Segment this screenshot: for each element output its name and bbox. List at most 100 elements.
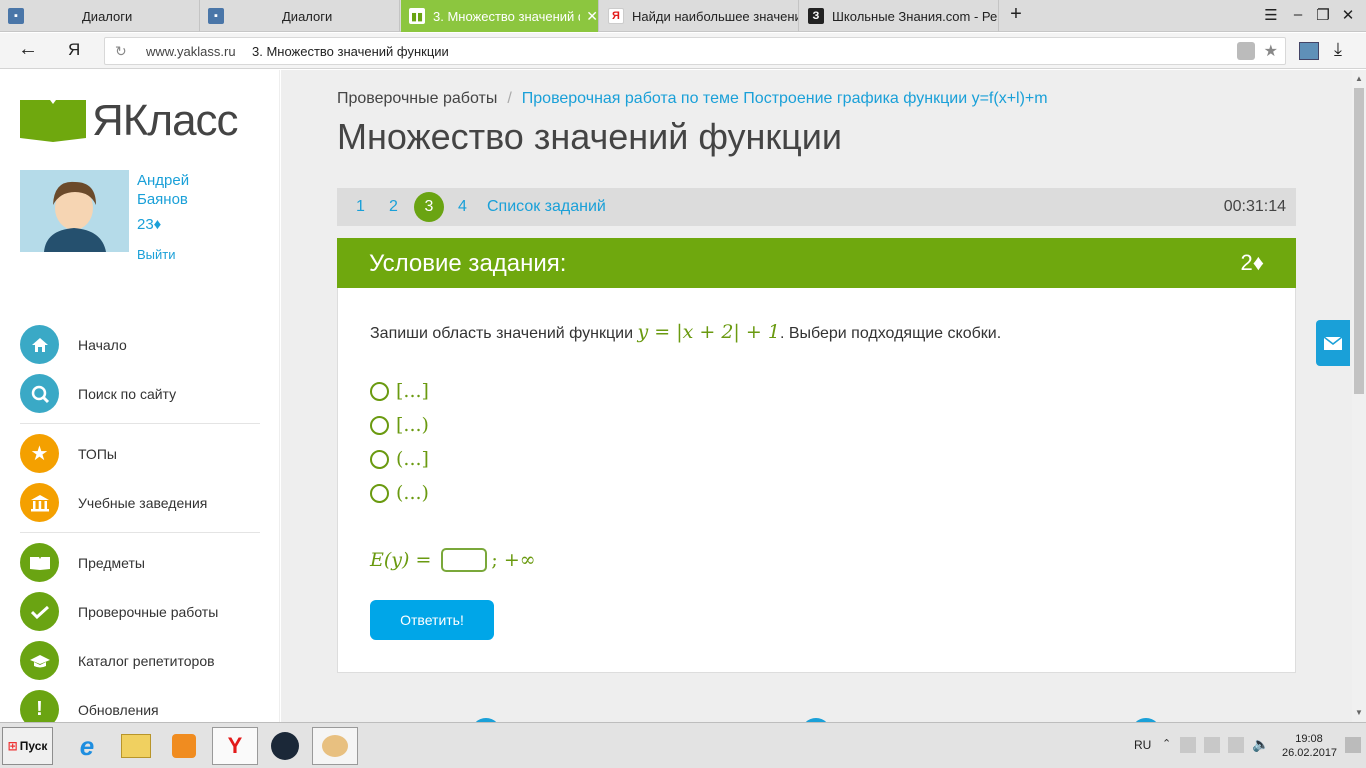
media-player-icon[interactable] <box>161 727 207 765</box>
steam-icon[interactable] <box>262 727 308 765</box>
menu-item-label: Учебные заведения <box>78 494 208 511</box>
answer-input[interactable] <box>441 548 488 572</box>
tab-title: Школьные Знания.com - Ре <box>832 8 998 24</box>
logo[interactable]: ЯКласс <box>20 96 239 146</box>
language-indicator[interactable]: RU <box>1134 738 1151 752</box>
start-label: Пуск <box>19 739 48 753</box>
menu-item-home[interactable]: Начало <box>20 325 127 364</box>
option-2[interactable]: [...) <box>370 414 429 436</box>
menu-item-label: Проверочные работы <box>78 603 219 620</box>
yandex-logo-icon[interactable]: Я <box>68 40 80 60</box>
start-button[interactable]: ⊞ Пуск <box>2 727 53 765</box>
tray-icon[interactable] <box>1180 737 1196 753</box>
timer: 00:31:14 <box>1223 198 1286 215</box>
clock[interactable]: 19:08 26.02.2017 <box>1282 732 1337 760</box>
scroll-up-icon[interactable]: ▲ <box>1355 74 1363 83</box>
menu-icon[interactable]: ☰ <box>1261 6 1281 24</box>
reload-icon[interactable]: ↻ <box>115 43 127 60</box>
new-tab-button[interactable]: + <box>1006 3 1026 26</box>
file-explorer-icon[interactable] <box>113 727 159 765</box>
task-list-link[interactable]: Список заданий <box>487 198 606 216</box>
back-arrow-icon[interactable]: ← <box>18 38 38 61</box>
logo-book-icon <box>20 100 86 142</box>
logo-text: ЯКласс <box>92 96 239 145</box>
browser-tab[interactable]: Я Найди наибольшее значени <box>600 0 799 32</box>
radio-button[interactable] <box>370 483 389 503</box>
menu-item-label: Каталог репетиторов <box>78 652 215 669</box>
task-body: Запиши область значений функции y = |x +… <box>337 288 1296 673</box>
radio-button[interactable] <box>370 415 389 435</box>
minimize-icon[interactable]: – <box>1288 6 1308 23</box>
download-icon[interactable]: ⤓ <box>1334 39 1342 60</box>
bookmark-star-icon[interactable]: ★ <box>1264 41 1278 61</box>
url-field[interactable]: ↻ www.yaklass.ru 3. Множество значений ф… <box>104 37 1286 65</box>
user-first-name[interactable]: Андрей <box>137 171 189 190</box>
page-title: Множество значений функции <box>337 116 843 157</box>
question-formula: y = |x + 2| + 1 <box>637 321 780 343</box>
os-taskbar: ⊞ Пуск e Y RU ⌃ 🔈 19:08 26.02.2017 <box>0 722 1366 768</box>
gallery-icon[interactable] <box>1299 42 1319 60</box>
home-icon <box>20 325 59 364</box>
menu-divider <box>20 423 260 424</box>
protect-icon[interactable] <box>1237 42 1255 60</box>
browser-tab[interactable]: ▪ Диалоги <box>200 0 400 32</box>
task-points: 2♦ <box>1240 250 1264 275</box>
menu-item-label: Начало <box>78 336 127 353</box>
avatar-image <box>20 170 129 252</box>
tray-icon[interactable] <box>1204 737 1220 753</box>
paint-icon[interactable] <box>312 727 358 765</box>
user-points[interactable]: 23♦ <box>137 216 161 233</box>
option-label: (...] <box>396 448 429 470</box>
tray-expand-icon[interactable]: ⌃ <box>1162 737 1171 750</box>
volume-icon[interactable]: 🔈 <box>1252 736 1269 753</box>
task-step-bar: 1 2 3 4 Список заданий 00:31:14 <box>337 188 1296 226</box>
breadcrumb-current-link[interactable]: Проверочная работа по теме Построение гр… <box>522 90 1048 107</box>
step-link-4[interactable]: 4 <box>458 198 467 216</box>
radio-button[interactable] <box>370 381 389 401</box>
user-name[interactable]: Андрей Баянов <box>137 171 189 209</box>
browser-tab[interactable]: ▪ Диалоги <box>0 0 200 32</box>
option-1[interactable]: [...] <box>370 380 429 402</box>
menu-item-tests[interactable]: Проверочные работы <box>20 592 218 631</box>
menu-item-subjects[interactable]: Предметы <box>20 543 145 582</box>
tab-title: Диалоги <box>82 8 133 24</box>
feedback-mail-button[interactable] <box>1316 320 1350 366</box>
menu-item-tops[interactable]: ★ ТОПы <box>20 434 117 473</box>
menu-item-updates[interactable]: ! Обновления <box>20 690 159 722</box>
menu-item-label: Поиск по сайту <box>78 385 177 402</box>
windows-logo-icon: ⊞ <box>7 739 18 753</box>
book-icon <box>20 543 59 582</box>
internet-explorer-icon[interactable]: e <box>64 727 110 765</box>
option-label: [...] <box>396 380 429 402</box>
scrollbar[interactable]: ▲ ▼ <box>1352 70 1366 722</box>
menu-item-label: Предметы <box>78 554 145 571</box>
network-icon[interactable] <box>1228 737 1244 753</box>
menu-item-tutors[interactable]: Каталог репетиторов <box>20 641 215 680</box>
option-3[interactable]: (...] <box>370 448 429 470</box>
browser-tab-active[interactable]: ▮▮ 3. Множество значений ф ✕ <box>401 0 599 32</box>
avatar[interactable] <box>20 170 129 252</box>
user-last-name[interactable]: Баянов <box>137 190 189 209</box>
submit-answer-button[interactable]: Ответить! <box>370 600 494 640</box>
task-header: Условие задания: 2♦ <box>337 238 1296 288</box>
menu-item-institutions[interactable]: Учебные заведения <box>20 483 207 522</box>
step-link-1[interactable]: 1 <box>356 198 365 216</box>
radio-button[interactable] <box>370 449 389 469</box>
logout-link[interactable]: Выйти <box>137 247 176 262</box>
yandex-browser-icon[interactable]: Y <box>212 727 258 765</box>
menu-item-search[interactable]: Поиск по сайту <box>20 374 176 413</box>
step-link-2[interactable]: 2 <box>389 198 398 216</box>
breadcrumb-root-link[interactable]: Проверочные работы <box>337 90 497 107</box>
scroll-down-icon[interactable]: ▼ <box>1355 708 1363 717</box>
step-link-current[interactable]: 3 <box>414 192 444 222</box>
browser-tab[interactable]: З Школьные Знания.com - Ре <box>800 0 999 32</box>
close-window-icon[interactable]: ✕ <box>1338 6 1358 24</box>
scrollbar-thumb[interactable] <box>1354 88 1364 394</box>
option-4[interactable]: (...) <box>370 482 429 504</box>
show-desktop-icon[interactable] <box>1345 737 1361 753</box>
url-page-title: 3. Множество значений функции <box>252 44 449 59</box>
restore-icon[interactable]: ❐ <box>1313 6 1333 24</box>
yandex-icon: Я <box>608 8 624 24</box>
close-icon[interactable]: ✕ <box>586 8 598 25</box>
main-content: Проверочные работы / Проверочная работа по… <box>281 70 1352 722</box>
